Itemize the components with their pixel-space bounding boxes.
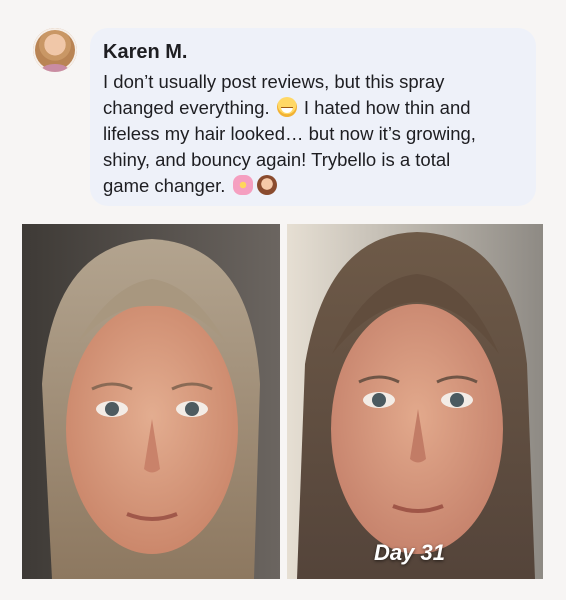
reviewer-name: Karen M. (103, 41, 188, 63)
day-label: Day 31 (374, 540, 445, 565)
review-line-2a: changed everything. (103, 97, 270, 118)
review-line-4: shiny, and bouncy again! Trybello is a t… (103, 149, 451, 170)
review-line-5: game changer. (103, 175, 226, 196)
review-text: I don’t usually post reviews, but this s… (103, 69, 522, 199)
review-line-1: I don’t usually post reviews, but this s… (103, 71, 445, 92)
woman-icon (256, 175, 277, 195)
grinning-face-icon (276, 97, 297, 117)
after-photo: Day 31 (287, 224, 543, 579)
review-line-3: lifeless my hair looked… but now it’s gr… (103, 123, 476, 144)
flower-icon (232, 175, 253, 195)
before-photo (22, 224, 280, 579)
review-line-2b: I hated how thin and (303, 97, 471, 118)
reviewer-avatar (33, 28, 77, 72)
review-bubble: Karen M. I don’t usually post reviews, b… (90, 28, 536, 206)
